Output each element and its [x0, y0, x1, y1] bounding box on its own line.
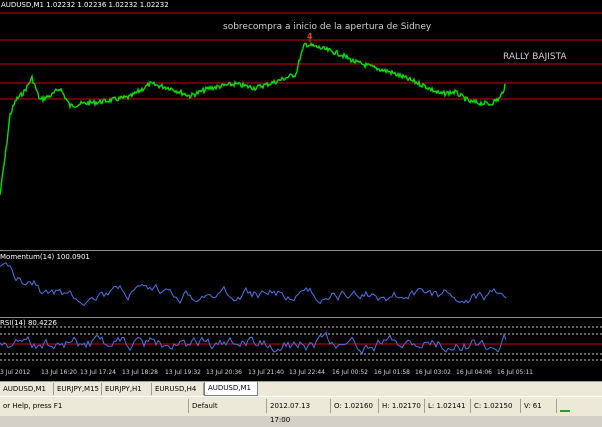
time-label: 16 Jul 05:11 — [497, 369, 533, 376]
terminal-window: AUDUSD,M1 1.02232 1.02236 1.02232 1.0223… — [0, 0, 602, 424]
tab-audusd-m1[interactable]: AUDUSD,M1 — [0, 383, 54, 395]
momentum-pane[interactable]: Momentum(14) 100.0901 — [0, 251, 602, 325]
chart-header: AUDUSD,M1 1.02232 1.02236 1.02232 1.0223… — [1, 1, 169, 9]
signal-marker: 4 — [307, 32, 313, 41]
chart-tabs: AUDUSD,M1 EURJPY,M15 EURJPY,H1 EURUSD,H4… — [0, 381, 602, 396]
status-close: C: 1.02150 — [470, 399, 518, 413]
price-chart-pane[interactable]: AUDUSD,M1 1.02232 1.02236 1.02232 1.0223… — [0, 0, 602, 250]
status-low: L: 1.02141 — [424, 399, 468, 413]
price-line — [0, 41, 506, 196]
tab-eurjpy-h1[interactable]: EURJPY,H1 — [102, 383, 152, 395]
time-label: 13 Jul 19:32 — [165, 369, 201, 376]
status-bar: or Help, press F1 Default 2012.07.13 17:… — [0, 396, 602, 424]
rsi-label: RSI(14) 80.4226 — [0, 319, 57, 327]
status-profile[interactable]: Default — [188, 399, 264, 413]
time-label: 13 Jul 21:40 — [248, 369, 284, 376]
status-high: H: 1.02170 — [378, 399, 422, 413]
status-connection — [556, 399, 602, 413]
time-label: 16 Jul 04:06 — [456, 369, 492, 376]
rally-label: RALLY BAJISTA — [503, 52, 567, 62]
tab-eurusd-h4[interactable]: EURUSD,H4 — [152, 383, 204, 395]
time-label: 13 Jul 22:44 — [289, 369, 325, 376]
price-chart-canvas — [0, 12, 602, 196]
status-help: or Help, press F1 — [3, 402, 63, 410]
momentum-label: Momentum(14) 100.0901 — [0, 253, 90, 261]
tab-eurjpy-m15[interactable]: EURJPY,M15 — [54, 383, 102, 395]
tab-audusd-m1-active[interactable]: AUDUSD,M1 — [204, 382, 258, 396]
time-label: 16 Jul 01:58 — [374, 369, 410, 376]
time-label: 3 Jul 2012 — [0, 369, 31, 376]
connection-bars-icon — [560, 402, 570, 412]
momentum-canvas — [0, 262, 507, 307]
momentum-line — [0, 262, 507, 307]
status-datetime: 2012.07.13 17:00 — [266, 399, 328, 424]
time-label: 13 Jul 20:36 — [206, 369, 242, 376]
rsi-line — [0, 331, 507, 355]
pane-separator[interactable] — [0, 317, 602, 318]
status-volume: V: 61 — [520, 399, 554, 413]
time-axis: 3 Jul 2012 13 Jul 16:20 13 Jul 17:24 13 … — [0, 363, 602, 381]
status-open: O: 1.02160 — [330, 399, 376, 413]
time-label: 13 Jul 18:28 — [122, 369, 158, 376]
chart-annotation: sobrecompra a inicio de la apertura de S… — [223, 22, 432, 32]
time-label: 16 Jul 03:02 — [415, 369, 451, 376]
time-label: 13 Jul 17:24 — [80, 369, 116, 376]
time-label: 16 Jul 00:52 — [332, 369, 368, 376]
time-label: 13 Jul 16:20 — [41, 369, 77, 376]
